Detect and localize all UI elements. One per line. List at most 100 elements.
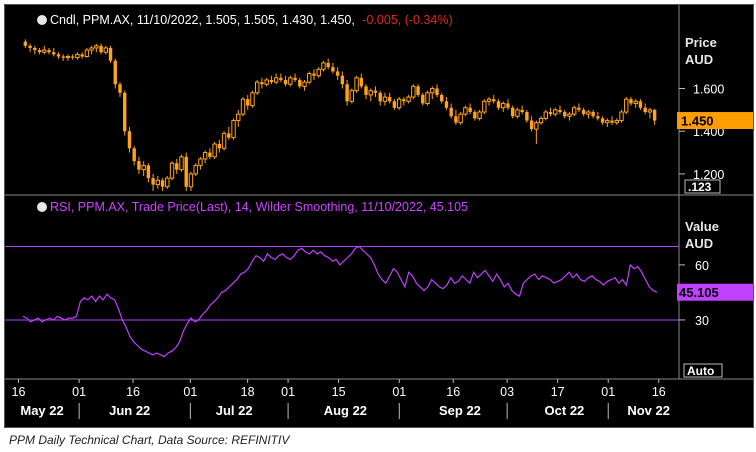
time-tick-label: 01 [392, 385, 406, 399]
candle-body-down [359, 77, 363, 87]
time-axis: 16 01 16 01 18 01 15 01 16 03 17 01 16 May 22 Jun 22 Ju… [12, 379, 670, 419]
candle-body-down [56, 54, 61, 57]
rsi-level-lines [5, 246, 679, 321]
candle-body-up [141, 164, 146, 171]
candle-body-up [571, 107, 577, 115]
candle-body-down [364, 86, 368, 95]
candle-body-up [425, 92, 430, 104]
candle-body-up [321, 62, 326, 70]
candle-body-down [440, 94, 444, 102]
candle-body-down [146, 165, 151, 179]
candle-body-up [633, 100, 638, 104]
candle-body-up [221, 132, 227, 149]
candle-body-down [132, 148, 136, 162]
candle-body-down [28, 45, 32, 48]
time-tick-label: 16 [446, 385, 460, 399]
candle-body-down [510, 107, 515, 117]
time-tick-label: 03 [500, 385, 514, 399]
candle-body-down [492, 99, 496, 102]
candle-body-down [345, 84, 349, 102]
chart-window: Cndl, PPM.AX, 11/10/2022, 1.505, 1.505, … [4, 4, 754, 428]
candle-body-down [340, 75, 345, 85]
price-legend-change: -0.005, (-0.34%) [362, 13, 452, 27]
chart-canvas: Cndl, PPM.AX, 11/10/2022, 1.505, 1.505, … [5, 5, 753, 419]
candlestick-series [23, 39, 657, 191]
rsi-legend-icon[interactable] [37, 202, 47, 212]
month-label: May 22 [20, 403, 63, 418]
price-scale-tag[interactable]: .123 [684, 179, 721, 194]
month-label: Aug 22 [324, 403, 367, 418]
candle-body-down [596, 116, 600, 119]
candle-body-down [638, 101, 643, 108]
candle-body-down [468, 107, 472, 112]
candle-body-down [392, 101, 397, 108]
candle-body-down [454, 116, 458, 123]
rsi-scale-tag[interactable]: Auto [683, 363, 723, 378]
candle-body-up [198, 158, 203, 166]
candle-body-up [188, 173, 194, 188]
candle-body-up [430, 88, 435, 94]
candle-body-down [123, 92, 127, 132]
candle-body-down [326, 62, 330, 68]
month-label: Sep 22 [439, 403, 481, 418]
time-tick-label: 01 [72, 385, 86, 399]
rsi-tick-label: 30 [695, 314, 709, 328]
candle-body-down [298, 79, 302, 87]
candle-body-up [477, 111, 482, 119]
candle-body-up [458, 113, 463, 124]
candle-body-down [577, 107, 581, 110]
candle-body-down [525, 112, 529, 121]
candle-body-down [227, 133, 231, 138]
candle-body-up [501, 102, 506, 109]
candle-body-up [65, 55, 71, 59]
candle-body-up [193, 164, 198, 175]
candle-body-down [629, 99, 633, 104]
candle-body-down [61, 56, 65, 58]
rsi-axis-unit: AUD [685, 236, 713, 251]
candle-body-up [534, 122, 539, 130]
candle-body-down [293, 77, 297, 80]
candle-body-down [118, 84, 122, 93]
candle-body-down [99, 45, 103, 53]
candle-body-up [165, 177, 170, 188]
candle-body-up [250, 92, 255, 107]
candle-body-up [316, 68, 321, 77]
candle-body-down [520, 109, 524, 112]
candle-body-up [254, 81, 260, 94]
rsi-tick-label: 60 [695, 259, 709, 273]
chart-caption: PPM Daily Technical Chart, Data Source: … [9, 433, 290, 447]
price-legend-icon[interactable] [37, 15, 47, 25]
rsi-last-value-tag: 45.105 [677, 283, 753, 301]
rsi-series-line [22, 245, 658, 358]
time-tick-label: 15 [332, 385, 346, 399]
candle-body-up [94, 45, 99, 49]
candle-body-down [37, 50, 42, 53]
time-tick-label: 18 [241, 385, 255, 399]
candle-body-up [411, 85, 416, 98]
candle-body-up [288, 77, 293, 85]
candle-body-down [127, 131, 132, 149]
candle-body-down [416, 86, 420, 95]
time-tick-label: 01 [281, 385, 295, 399]
candle-body-down [70, 56, 75, 58]
price-axis-unit: AUD [685, 52, 713, 67]
candle-body-down [217, 144, 222, 149]
candle-body-up [567, 113, 572, 117]
candle-body-up [273, 77, 279, 83]
candle-body-down [473, 112, 477, 119]
candle-body-down [402, 99, 406, 102]
candle-body-down [496, 101, 501, 108]
candle-body-down [279, 77, 283, 80]
rsi-legend-text: RSI, PPM.AX, Trade Price(Last), 14, Wild… [50, 200, 468, 214]
rsi-scale-label: Auto [687, 364, 714, 378]
candle-body-up [75, 53, 80, 59]
candle-body-down [378, 92, 382, 102]
candle-body-up [486, 98, 492, 102]
candle-body-up [368, 90, 373, 96]
candle-body-up [231, 120, 236, 139]
time-tick-label: 01 [183, 385, 197, 399]
candle-body-up [179, 156, 184, 171]
candle-body-down [421, 94, 425, 104]
candle-body-down [246, 99, 250, 106]
candle-body-up [619, 111, 624, 122]
